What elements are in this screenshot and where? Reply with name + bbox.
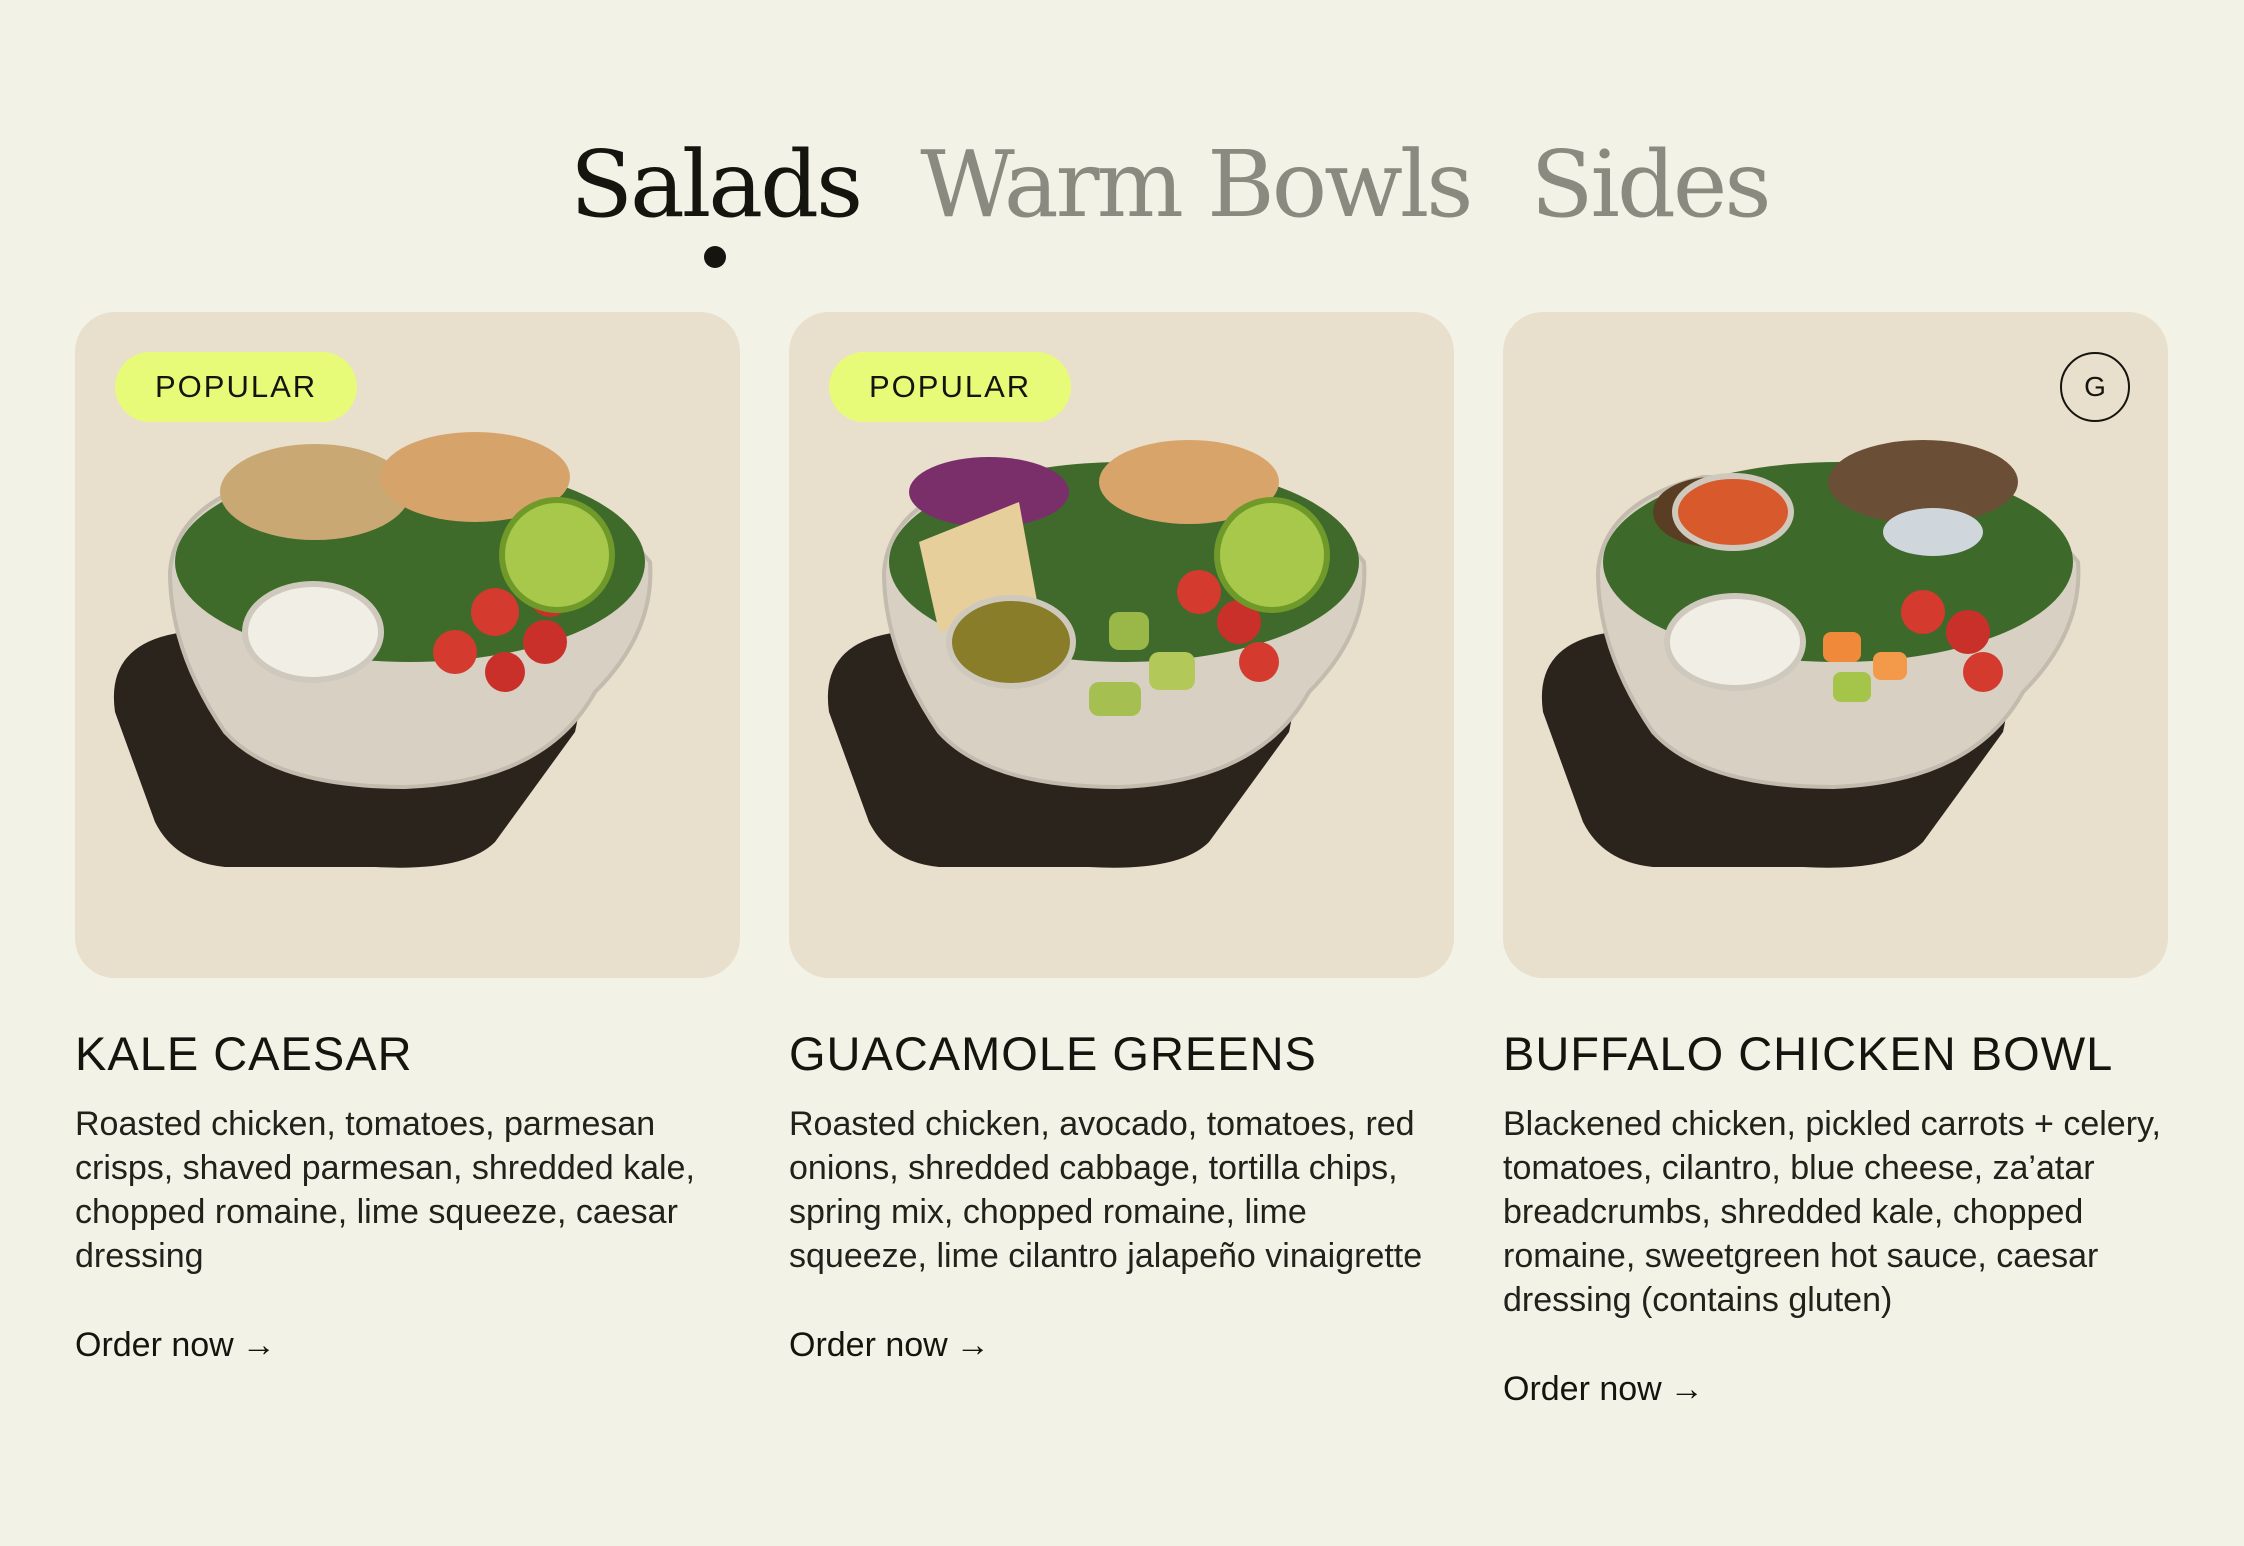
buffalo-chicken-bowl-image <box>1541 440 2081 868</box>
product-grid: POPULAR KALE CAESAR Roasted chicken, tom… <box>75 312 2168 1409</box>
product-description: Roasted chicken, tomatoes, parmesan cris… <box>75 1105 695 1275</box>
product-title[interactable]: BUFFALO CHICKEN BOWL <box>1503 1026 2168 1082</box>
product-image[interactable]: POPULAR <box>75 312 740 978</box>
gluten-icon: G <box>2060 352 2130 422</box>
product-description: Blackened chicken, pickled carrots + cel… <box>1503 1105 2161 1319</box>
order-now-label: Order now <box>75 1326 234 1364</box>
arrow-right-icon: → <box>1669 1370 1704 1408</box>
product-card-buffalo-chicken-bowl[interactable]: G BUFFALO CHICKEN BOWL Blackened chicken… <box>1503 312 2168 1409</box>
order-now-link[interactable]: Order now → <box>1503 1370 1704 1409</box>
order-now-link[interactable]: Order now → <box>789 1326 990 1365</box>
tab-label: Warm Bowls <box>920 131 1473 238</box>
tab-sides[interactable]: Sides <box>1530 120 1772 250</box>
tab-salads[interactable]: Salads <box>570 120 863 268</box>
product-title[interactable]: GUACAMOLE GREENS <box>789 1026 1454 1082</box>
product-image[interactable]: POPULAR <box>789 312 1454 978</box>
popular-badge: POPULAR <box>115 352 358 422</box>
order-now-label: Order now <box>1503 1370 1662 1408</box>
order-now-label: Order now <box>789 1326 948 1364</box>
product-title[interactable]: KALE CAESAR <box>75 1026 740 1082</box>
arrow-right-icon: → <box>241 1326 276 1364</box>
popular-badge: POPULAR <box>829 352 1072 422</box>
tab-warm-bowls[interactable]: Warm Bowls <box>920 120 1473 250</box>
tab-label: Salads <box>570 131 863 238</box>
category-tabs: Salads Warm Bowls Sides <box>570 120 1772 268</box>
order-now-link[interactable]: Order now → <box>75 1326 276 1365</box>
active-tab-indicator <box>704 246 727 268</box>
menu-page: Salads Warm Bowls Sides POPULAR KALE CAE… <box>0 0 2244 1546</box>
tab-label: Sides <box>1530 131 1772 238</box>
product-description: Roasted chicken, avocado, tomatoes, red … <box>789 1105 1423 1275</box>
product-card-kale-caesar[interactable]: POPULAR KALE CAESAR Roasted chicken, tom… <box>75 312 740 1409</box>
product-image[interactable]: G <box>1503 312 2168 978</box>
arrow-right-icon: → <box>955 1326 990 1364</box>
product-card-guacamole-greens[interactable]: POPULAR GUACAMOLE GREENS Roasted chicken… <box>789 312 1454 1409</box>
